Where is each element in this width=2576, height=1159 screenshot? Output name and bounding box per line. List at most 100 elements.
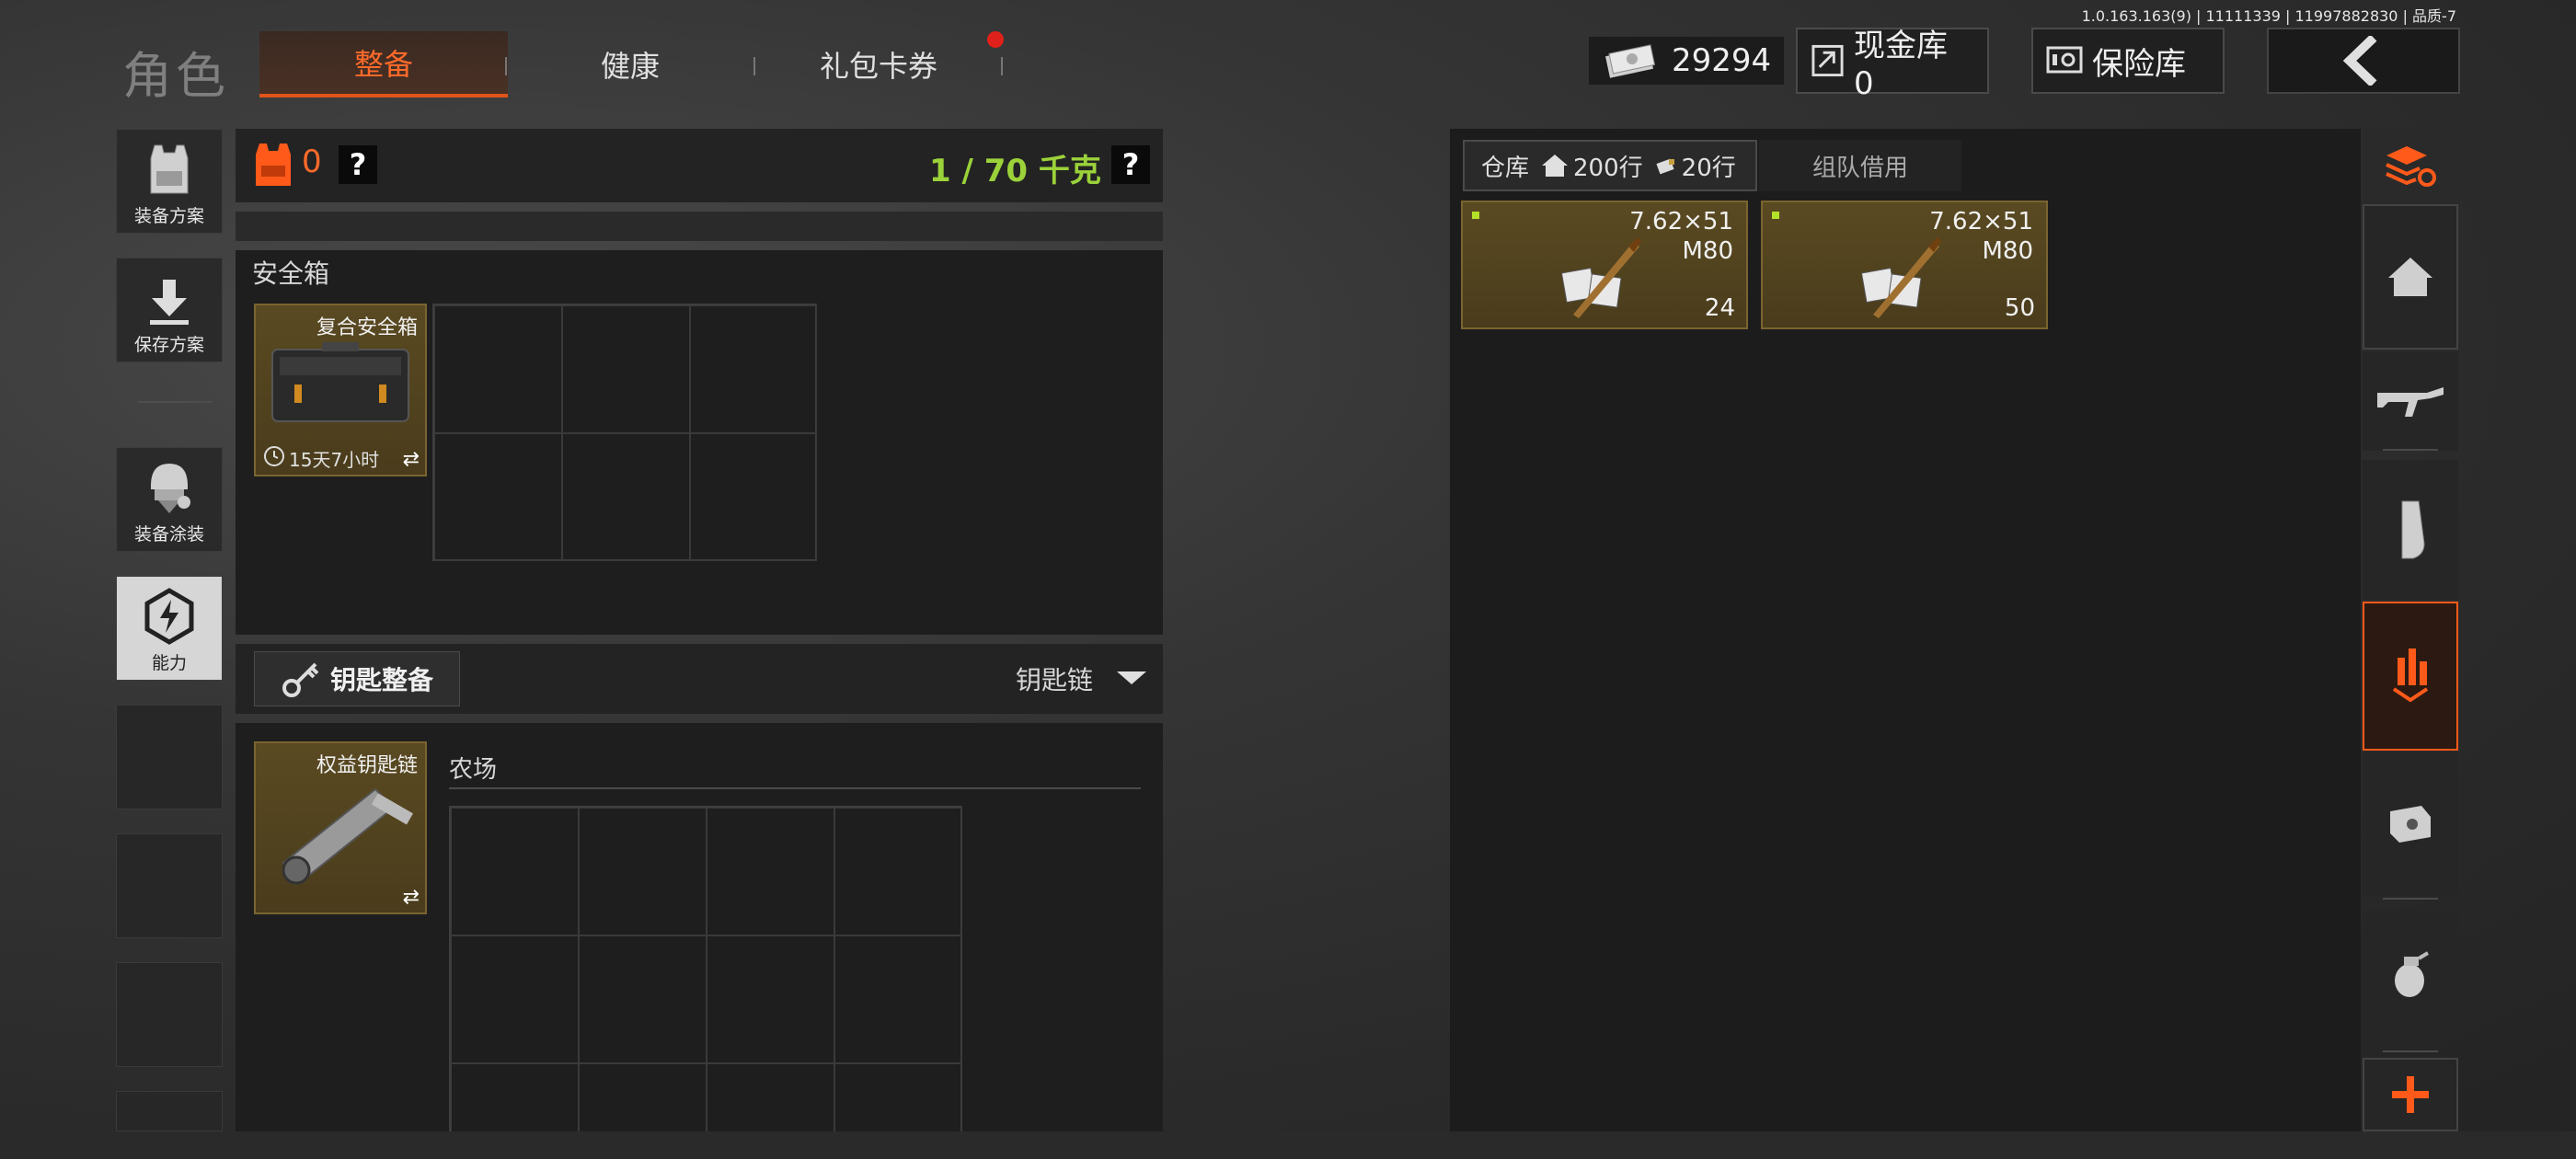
equipment-skin-button[interactable]: 装备涂装 <box>116 447 223 552</box>
cash-vault-button[interactable]: 现金库 0 <box>1796 28 1989 102</box>
ammo-type: M80 <box>1982 237 2033 265</box>
swap-icon[interactable]: ⇄ <box>403 448 420 471</box>
grid-cell[interactable] <box>451 808 579 935</box>
layers-refresh-icon <box>2386 146 2436 187</box>
vault-icon <box>1811 44 1844 77</box>
empty-slot <box>116 962 223 1067</box>
tab-warehouse[interactable]: 仓库 200行 20行 <box>1463 140 1757 191</box>
scope-filter-button[interactable] <box>2363 752 2458 896</box>
ammo-icon <box>1656 158 1674 175</box>
keychain-dropdown-label[interactable]: 钥匙链 <box>1016 660 1093 697</box>
home-icon <box>1542 155 1569 177</box>
version-text: 1.0.163.163(9) | 11111339 | 11997882830 … <box>2081 7 2456 25</box>
ammo-type: M80 <box>1682 237 1733 265</box>
equipment-skin-label: 装备涂装 <box>133 524 204 545</box>
armor-vest-icon <box>256 143 291 186</box>
warehouse-rows-ammo: 20行 <box>1681 154 1736 182</box>
add-filter-button[interactable] <box>2363 1058 2458 1131</box>
bottom-bar <box>0 1131 2576 1159</box>
grid-cell[interactable] <box>690 433 817 561</box>
farm-grid <box>449 806 962 1131</box>
tab-gift-coupons[interactable]: 礼包卡券 <box>764 31 994 98</box>
magazine-icon <box>2401 500 2425 559</box>
layers-refresh-button[interactable] <box>2363 129 2458 204</box>
helmet-icon <box>151 464 190 513</box>
grid-cell[interactable] <box>834 935 962 1063</box>
grid-cell[interactable] <box>690 305 817 433</box>
cash-vault-label: 现金库 0 <box>1854 27 1949 102</box>
home-filter-button[interactable] <box>2363 204 2458 350</box>
grid-cell[interactable] <box>562 433 690 561</box>
grid-cell[interactable] <box>451 1063 579 1131</box>
grenade-filter-button[interactable] <box>2363 911 2458 1039</box>
weight-help-button[interactable]: ? <box>1111 145 1150 184</box>
grid-cell[interactable] <box>579 935 707 1063</box>
keychain-icon <box>282 787 413 885</box>
weight-display: 1 / 70 千克 <box>929 153 1101 189</box>
ammo-item-card[interactable]: 7.62×51 M80 24 <box>1461 201 1748 329</box>
save-plan-button[interactable]: 保存方案 <box>116 258 223 362</box>
rifle-filter-button[interactable] <box>2363 351 2458 451</box>
safebox-timer: 15天7小时 <box>289 449 380 471</box>
new-indicator <box>1772 212 1779 219</box>
ability-icon <box>144 588 194 645</box>
armor-help-button[interactable]: ? <box>339 145 377 184</box>
key-loadout-button[interactable]: 钥匙整备 <box>254 651 460 706</box>
scope-icon <box>2390 806 2431 843</box>
ammo-box-icon <box>1560 237 1641 318</box>
grid-cell[interactable] <box>451 935 579 1063</box>
swap-icon[interactable]: ⇄ <box>403 886 420 909</box>
home-icon <box>2388 258 2432 296</box>
ammo-box-icon <box>1860 237 1941 318</box>
tab-divider <box>1001 57 1003 75</box>
loadout-plan-button[interactable]: 装备方案 <box>116 129 223 234</box>
key-loadout-label: 钥匙整备 <box>330 665 434 695</box>
rail-divider <box>2383 1050 2438 1052</box>
loadout-strip <box>236 212 1163 241</box>
empty-slot <box>116 705 223 809</box>
insurance-vault-button[interactable]: 保险库 <box>2031 28 2225 94</box>
loadout-plan-label: 装备方案 <box>133 206 204 226</box>
armor-count: 0 <box>302 143 322 180</box>
chevron-down-icon[interactable] <box>1115 668 1148 688</box>
tab-health[interactable]: 健康 <box>515 31 745 98</box>
grid-cell[interactable] <box>707 1063 834 1131</box>
grid-cell[interactable] <box>834 808 962 935</box>
safebox-grid <box>432 304 817 561</box>
farm-label: 农场 <box>449 756 498 784</box>
ability-label: 能力 <box>151 653 187 673</box>
tab-loadout[interactable]: 整备 <box>259 31 508 98</box>
back-button[interactable] <box>2267 28 2460 94</box>
ammo-sort-button[interactable] <box>2363 602 2458 751</box>
rail-divider <box>138 401 212 403</box>
tab-team-borrow[interactable]: 组队借用 <box>1759 140 1961 191</box>
tab-divider <box>753 57 755 75</box>
download-icon <box>150 280 189 325</box>
keychain-item-card[interactable]: 权益钥匙链 ⇄ <box>254 741 427 914</box>
currency-display: 29294 <box>1589 37 1785 85</box>
grid-cell[interactable] <box>434 305 562 433</box>
safebox-item-card[interactable]: 复合安全箱 15天7小时 ⇄ <box>254 304 427 476</box>
grid-cell[interactable] <box>707 808 834 935</box>
ability-button[interactable]: 能力 <box>116 576 223 681</box>
ammo-count: 24 <box>1704 294 1735 322</box>
warehouse-rows-home: 200行 <box>1573 154 1643 182</box>
insurance-vault-label: 保险库 <box>2092 45 2186 83</box>
safebox-item-name: 复合安全箱 <box>316 316 418 339</box>
magazine-filter-button[interactable] <box>2363 460 2458 600</box>
safebox-section-title: 安全箱 <box>252 258 330 289</box>
grid-cell[interactable] <box>579 808 707 935</box>
ammo-count: 50 <box>2004 294 2035 322</box>
grid-cell[interactable] <box>834 1063 962 1131</box>
grid-cell[interactable] <box>562 305 690 433</box>
grid-cell[interactable] <box>579 1063 707 1131</box>
vest-icon <box>150 144 189 194</box>
notification-dot <box>987 31 1004 48</box>
page-title: 角色 <box>122 47 229 105</box>
clock-icon <box>264 446 284 466</box>
ammo-item-card[interactable]: 7.62×51 M80 50 <box>1761 201 2048 329</box>
grid-cell[interactable] <box>434 433 562 561</box>
back-arrow-icon <box>2342 36 2377 86</box>
grid-cell[interactable] <box>707 935 834 1063</box>
farm-divider <box>449 787 1141 789</box>
